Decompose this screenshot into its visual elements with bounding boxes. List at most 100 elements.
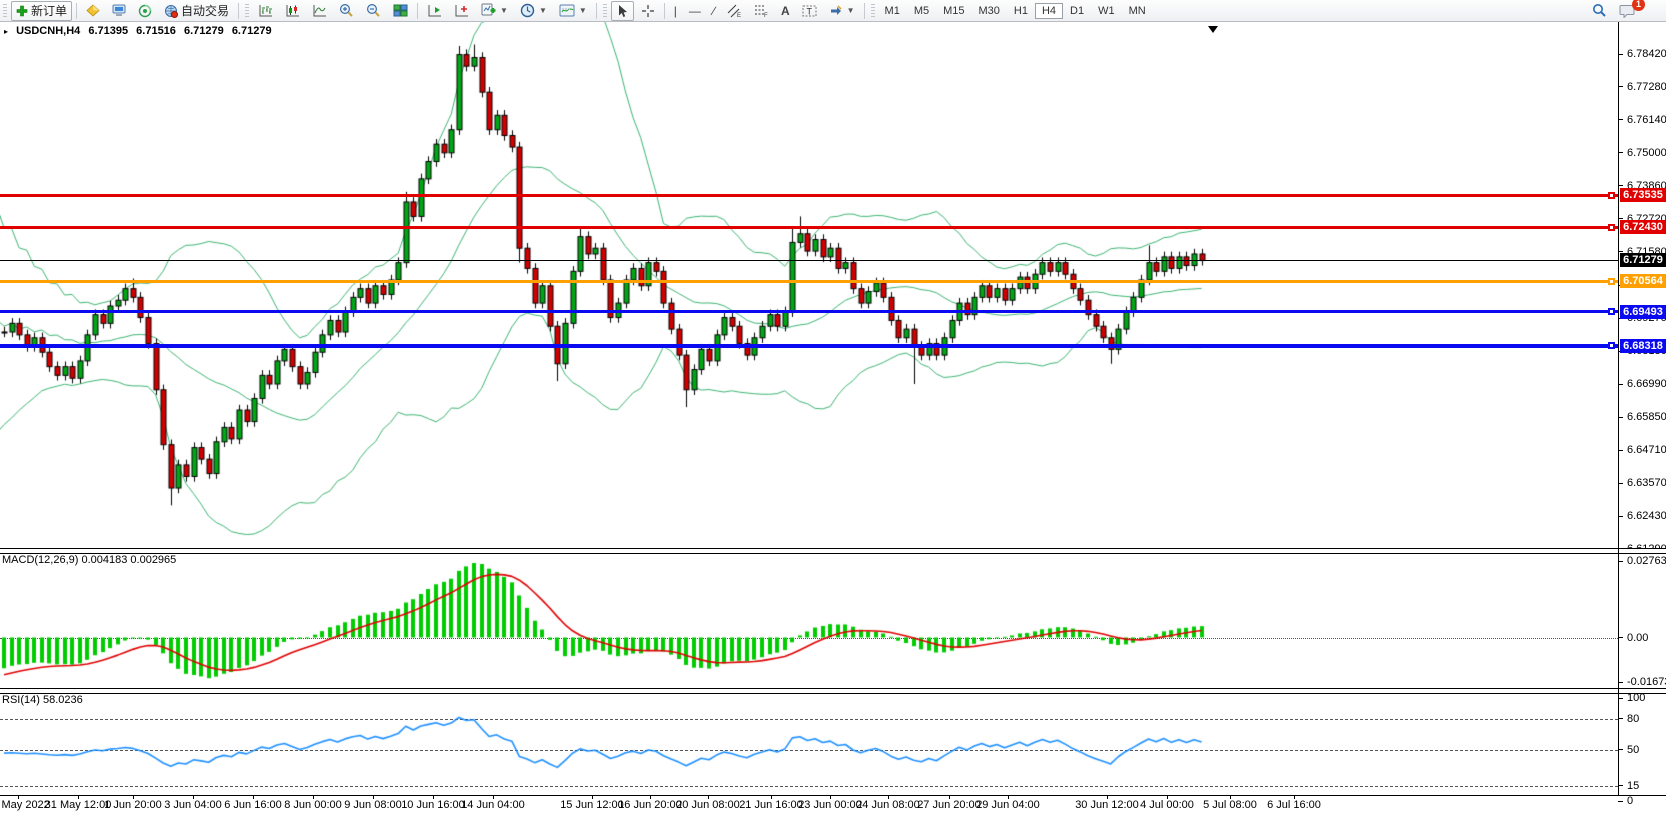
panel-splitter-macd-rsi[interactable]: [0, 688, 1666, 694]
crosshair-tool-button[interactable]: [636, 1, 660, 21]
vertical-line-icon: |: [674, 5, 677, 17]
periods-button[interactable]: ▼: [515, 1, 552, 21]
level-price-label-support-lower: 6.68318: [1620, 339, 1666, 353]
chevron-down-icon: ▼: [500, 6, 508, 15]
macd-tick-label: 0.00: [1627, 632, 1648, 644]
timeframe-button-m15[interactable]: M15: [936, 3, 971, 19]
chart-shift-marker[interactable]: [1208, 26, 1218, 33]
chart-shift-icon: [454, 4, 469, 18]
time-label: 27 Jun 20:00: [917, 799, 981, 811]
timeframe-button-m30[interactable]: M30: [972, 3, 1007, 19]
metaeditor-button[interactable]: [81, 1, 105, 21]
signals-button[interactable]: [133, 1, 157, 21]
bar-low-value: 6.71279: [184, 25, 224, 37]
macd-indicator-label: MACD(12,26,9) 0.004183 0.002965: [2, 554, 176, 566]
time-label: 16 Jun 20:00: [618, 799, 682, 811]
search-button[interactable]: [1587, 1, 1612, 21]
text-tool-button[interactable]: A: [776, 1, 795, 21]
macd-tick-label: 0.027633: [1627, 555, 1666, 567]
time-axis-line: [0, 795, 1666, 796]
vertical-line-tool-button[interactable]: |: [669, 1, 682, 21]
chevron-down-icon: ▼: [847, 6, 855, 15]
tile-windows-icon: [393, 4, 408, 18]
channel-tool-button[interactable]: E: [722, 1, 747, 21]
zoom-in-icon: [339, 3, 354, 18]
symbol-period-label: USDCNH,H4: [16, 25, 80, 37]
time-label: 29 Jun 04:00: [976, 799, 1040, 811]
time-label: 4 Jul 00:00: [1140, 799, 1194, 811]
time-label: 5 Jul 08:00: [1203, 799, 1257, 811]
price-tick-label: 6.64710: [1627, 444, 1666, 456]
bar-chart-type-button[interactable]: [253, 1, 278, 21]
fibonacci-tool-button[interactable]: F: [749, 1, 774, 21]
timeframe-button-mn[interactable]: MN: [1122, 3, 1153, 19]
price-tick-label: 6.78420: [1627, 48, 1666, 60]
level-price-label-support-upper: 6.69493: [1620, 305, 1666, 319]
tile-windows-button[interactable]: [388, 1, 413, 21]
arrows-shapes-icon: [829, 4, 843, 17]
price-tick-label: 6.62430: [1627, 510, 1666, 522]
level-line-pivot-orange[interactable]: [0, 280, 1618, 283]
chevron-down-icon: ▼: [539, 6, 547, 15]
line-chart-icon: [312, 4, 327, 18]
chart-title: ▸ USDCNH,H4 6.71395 6.71516 6.71279 6.71…: [4, 25, 277, 37]
panel-splitter-price-macd[interactable]: [0, 548, 1666, 554]
zoom-in-button[interactable]: [334, 1, 359, 21]
candlestick-chart-type-button[interactable]: [280, 1, 305, 21]
new-order-button[interactable]: 新订单: [11, 1, 72, 21]
market-watch-button[interactable]: [107, 1, 131, 21]
rsi-tick-label: 0: [1627, 795, 1633, 807]
text-label-icon: T: [802, 4, 817, 18]
time-label: 9 Jun 08:00: [344, 799, 402, 811]
timeframe-button-m1[interactable]: M1: [878, 3, 907, 19]
level-price-label-current-price: 6.71279: [1620, 253, 1666, 267]
line-chart-type-button[interactable]: [307, 1, 332, 21]
time-label: 20 Jun 08:00: [676, 799, 740, 811]
time-label: 31 May 12:00: [45, 799, 112, 811]
level-line-support-upper[interactable]: [0, 310, 1618, 313]
chart-shift-button[interactable]: [449, 1, 474, 21]
price-tick-label: 6.75000: [1627, 147, 1666, 159]
time-label: 15 Jun 12:00: [560, 799, 624, 811]
time-label: 6 Jul 16:00: [1267, 799, 1321, 811]
shapes-tool-button[interactable]: ▼: [824, 1, 860, 21]
notifications-button[interactable]: 1: [1614, 1, 1640, 21]
auto-scroll-icon: [427, 4, 442, 18]
equidistant-channel-icon: E: [727, 4, 742, 18]
auto-scroll-button[interactable]: [422, 1, 447, 21]
timeframe-button-d1[interactable]: D1: [1063, 3, 1091, 19]
timeframe-button-w1[interactable]: W1: [1091, 3, 1122, 19]
price-tick-label: 6.66990: [1627, 378, 1666, 390]
label-tool-button[interactable]: T: [797, 1, 822, 21]
autotrading-label: 自动交易: [181, 2, 229, 19]
timeframe-button-m5[interactable]: M5: [907, 3, 936, 19]
clock-icon: [520, 3, 535, 18]
templates-button[interactable]: ▼: [554, 1, 592, 21]
cursor-tool-button[interactable]: [611, 1, 634, 21]
zoom-out-button[interactable]: [361, 1, 386, 21]
templates-icon: [559, 4, 575, 18]
rsi-tick-label: 50: [1627, 744, 1639, 756]
trendline-tool-button[interactable]: ∕: [708, 1, 720, 21]
new-chart-icon: [481, 3, 496, 18]
cursor-icon: [616, 4, 629, 18]
level-line-support-lower[interactable]: [0, 344, 1618, 348]
bar-chart-icon: [258, 4, 273, 18]
new-chart-button[interactable]: ▼: [476, 1, 513, 21]
level-marker-resistance-upper: [1608, 192, 1615, 199]
level-line-resistance-lower[interactable]: [0, 226, 1618, 229]
level-line-resistance-upper[interactable]: [0, 194, 1618, 197]
svg-text:T: T: [806, 6, 812, 16]
crosshair-icon: [641, 4, 655, 18]
horizontal-line-tool-button[interactable]: —: [684, 1, 706, 21]
toolbar-grip: [3, 4, 7, 18]
timeframe-button-h1[interactable]: H1: [1007, 3, 1035, 19]
expand-arrow-icon[interactable]: ▸: [4, 27, 8, 36]
plus-icon: [16, 5, 28, 17]
bar-high-value: 6.71516: [136, 25, 176, 37]
level-line-current-price[interactable]: [0, 260, 1618, 261]
price-chart-canvas[interactable]: [0, 0, 1666, 824]
autotrading-button[interactable]: 自动交易: [159, 1, 234, 21]
timeframe-button-h4[interactable]: H4: [1035, 3, 1063, 19]
rsi-tick: [1618, 801, 1623, 802]
